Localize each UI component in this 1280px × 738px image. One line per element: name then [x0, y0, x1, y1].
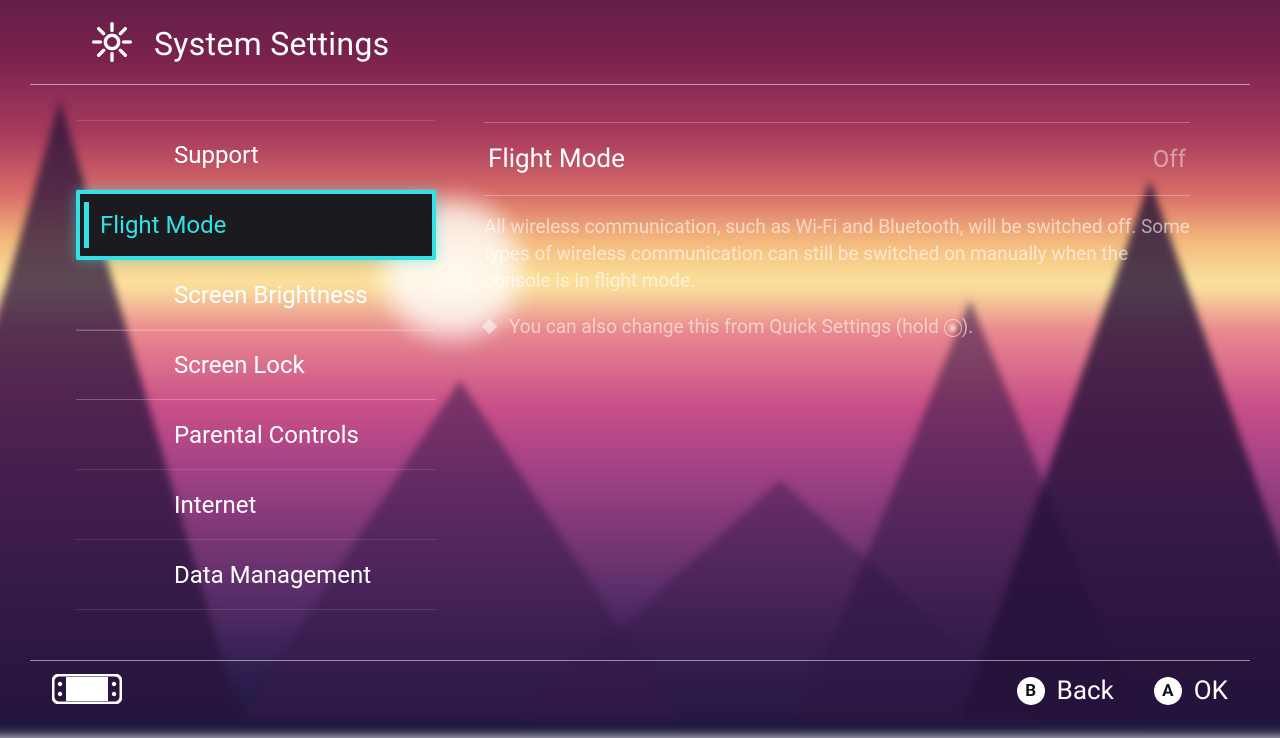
sidebar-item-screen-brightness[interactable]: Screen Brightness [76, 260, 436, 330]
ok-label: OK [1194, 676, 1228, 706]
sidebar-item-support[interactable]: Support [76, 120, 436, 190]
sidebar-item-label: Screen Lock [174, 351, 305, 379]
controller-icon [52, 674, 122, 708]
sidebar-item-label: Internet [174, 491, 256, 519]
flight-mode-toggle-row[interactable]: Flight Mode Off [484, 122, 1190, 196]
diamond-icon [482, 319, 498, 335]
sidebar-item-flight-mode[interactable]: Flight Mode [76, 190, 436, 260]
header: System Settings [30, 0, 1250, 85]
sidebar-item-label: Parental Controls [174, 421, 359, 449]
sidebar: Support Flight Mode Screen Brightness Sc… [0, 92, 440, 660]
a-button-icon: A [1154, 677, 1182, 705]
sidebar-item-label: Screen Brightness [174, 281, 368, 309]
setting-label: Flight Mode [488, 144, 625, 174]
home-button-icon: ◉ [944, 319, 962, 337]
sidebar-item-label: Flight Mode [100, 211, 226, 239]
sidebar-item-parental-controls[interactable]: Parental Controls [76, 400, 436, 470]
page-title: System Settings [154, 25, 389, 63]
sidebar-item-label: Data Management [174, 561, 371, 589]
back-label: Back [1057, 676, 1114, 706]
setting-hint: You can also change this from Quick Sett… [484, 315, 1190, 338]
gear-icon [92, 22, 132, 66]
footer: B Back A OK [30, 660, 1250, 720]
sidebar-item-screen-lock[interactable]: Screen Lock [76, 330, 436, 400]
back-button[interactable]: B Back [1017, 676, 1114, 706]
ok-button[interactable]: A OK [1154, 676, 1228, 706]
content-pane: Flight Mode Off All wireless communicati… [440, 92, 1280, 660]
sidebar-item-data-management[interactable]: Data Management [76, 540, 436, 610]
b-button-icon: B [1017, 677, 1045, 705]
setting-description: All wireless communication, such as Wi-F… [484, 214, 1190, 295]
sidebar-item-internet[interactable]: Internet [76, 470, 436, 540]
setting-value: Off [1153, 145, 1186, 173]
sidebar-item-label: Support [174, 141, 259, 169]
